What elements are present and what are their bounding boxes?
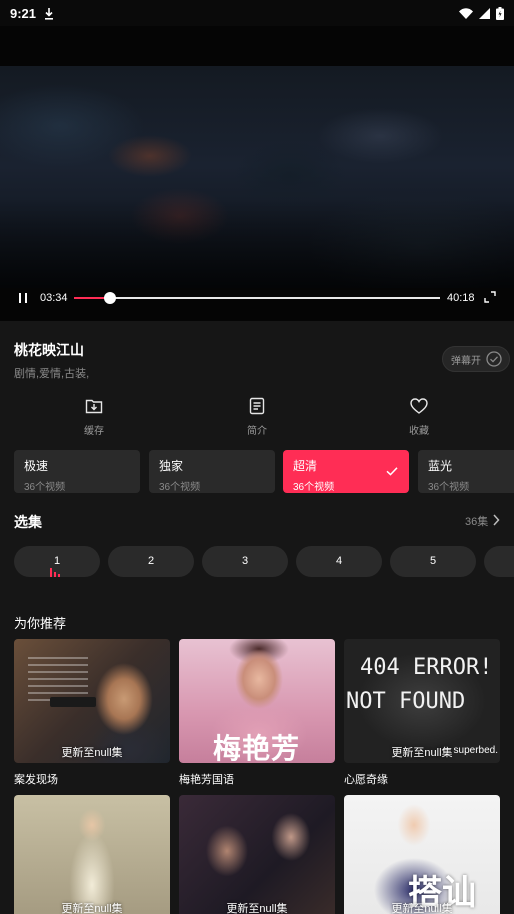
quality-count: 36个视频: [293, 482, 335, 493]
quality-count: 36个视频: [159, 482, 201, 493]
download-status-icon: [44, 7, 54, 20]
poster-image: 更新至null集: [14, 795, 170, 914]
danmaku-toggle[interactable]: 弹幕开: [442, 346, 510, 372]
status-bar: 9:21: [0, 0, 514, 26]
show-title: 桃花映江山: [14, 342, 84, 358]
check-icon: [386, 467, 398, 476]
episode-button-3[interactable]: 3: [202, 546, 288, 577]
recommend-card[interactable]: 更新至null集: [14, 795, 170, 914]
poster-text-line1: 404 ERROR!: [360, 655, 493, 680]
episode-number: 5: [429, 555, 437, 567]
download-button[interactable]: 缓存: [64, 396, 124, 437]
episode-button-2[interactable]: 2: [108, 546, 194, 577]
quality-option-fast[interactable]: 极速 36个视频: [14, 450, 140, 493]
poster-text-line2: NOT FOUND: [346, 689, 466, 714]
episode-button-5[interactable]: 5: [390, 546, 476, 577]
episode-list: 1 2 3 4 5: [14, 546, 514, 578]
card-title: 案发现场: [14, 774, 58, 786]
poster-caption: 更新至null集: [61, 903, 123, 914]
recommend-card[interactable]: 更新至null集 案发现场: [14, 639, 170, 787]
quality-name: 蓝光: [428, 459, 453, 473]
poster-image: 更新至null集: [179, 795, 335, 914]
fullscreen-icon[interactable]: [484, 291, 496, 303]
recommend-card[interactable]: 404 ERROR! NOT FOUND superbed. 更新至null集 …: [344, 639, 500, 787]
episode-number: 3: [241, 555, 249, 567]
progress-thumb[interactable]: [104, 292, 117, 304]
status-time: 9:21: [10, 5, 37, 21]
quality-name: 超清: [293, 459, 318, 473]
poster-image: 更新至null集: [14, 639, 170, 763]
download-folder-icon: [85, 399, 103, 414]
now-playing-icon: [50, 567, 62, 577]
chevron-right-icon[interactable]: [492, 514, 500, 526]
quality-option-bluray[interactable]: 蓝光 36个视频: [418, 450, 514, 493]
heart-icon: [410, 398, 428, 414]
player-controls: 03:34 40:18: [0, 284, 514, 312]
recommend-title: 为你推荐: [14, 616, 67, 631]
signal-icon: [479, 7, 490, 19]
episode-number: 1: [53, 555, 61, 567]
action-bar: 缓存 简介 收藏: [0, 396, 514, 440]
favorite-label: 收藏: [409, 426, 429, 437]
pause-button[interactable]: [16, 291, 30, 305]
episode-button-1[interactable]: 1: [14, 546, 100, 577]
card-title: 梅艳芳国语: [179, 774, 234, 786]
video-player[interactable]: 03:34 40:18: [0, 26, 514, 321]
recommend-card[interactable]: 搭讪 更新至null集: [344, 795, 500, 914]
card-title: 心愿奇缘: [344, 774, 388, 786]
poster-logo-text: 梅艳芳: [213, 732, 301, 763]
favorite-button[interactable]: 收藏: [389, 396, 449, 437]
poster-caption: 更新至null集: [226, 903, 288, 914]
quality-option-exclusive[interactable]: 独家 36个视频: [149, 450, 275, 493]
episode-number: 4: [335, 555, 343, 567]
quality-name: 极速: [24, 459, 49, 473]
document-icon: [249, 397, 265, 415]
synopsis-button[interactable]: 简介: [227, 396, 287, 437]
danmaku-label: 弹幕开: [451, 355, 481, 367]
current-time: 03:34: [40, 292, 68, 304]
recommend-card[interactable]: 梅艳芳 梅艳芳国语: [179, 639, 335, 787]
poster-image: 梅艳芳: [179, 639, 335, 763]
poster-image: 404 ERROR! NOT FOUND superbed. 更新至null集: [344, 639, 500, 763]
quality-count: 36个视频: [428, 482, 470, 493]
episode-number: 2: [147, 555, 155, 567]
battery-icon: [496, 6, 504, 20]
poster-caption: 更新至null集: [391, 747, 453, 759]
quality-selector: 极速 36个视频 独家 36个视频 超清 36个视频 蓝光 36个视频: [14, 450, 514, 494]
quality-count: 36个视频: [24, 482, 66, 493]
show-genres: 剧情,爱情,古装,: [14, 368, 90, 380]
progress-bar[interactable]: [74, 292, 440, 304]
quality-name: 独家: [159, 459, 184, 473]
poster-caption: 更新至null集: [391, 903, 453, 914]
check-circle-icon: [486, 351, 502, 367]
total-time: 40:18: [447, 292, 475, 304]
episodes-title: 选集: [14, 514, 42, 530]
episodes-count[interactable]: 36集: [465, 513, 488, 529]
poster-caption: 更新至null集: [61, 747, 123, 759]
video-frame[interactable]: [0, 66, 514, 288]
episode-button-next[interactable]: [484, 546, 514, 577]
poster-image: 搭讪 更新至null集: [344, 795, 500, 914]
synopsis-label: 简介: [247, 426, 267, 437]
quality-option-hd[interactable]: 超清 36个视频: [283, 450, 409, 493]
download-label: 缓存: [84, 426, 104, 437]
recommend-card[interactable]: 更新至null集: [179, 795, 335, 914]
wifi-icon: [459, 7, 473, 19]
episode-button-4[interactable]: 4: [296, 546, 382, 577]
